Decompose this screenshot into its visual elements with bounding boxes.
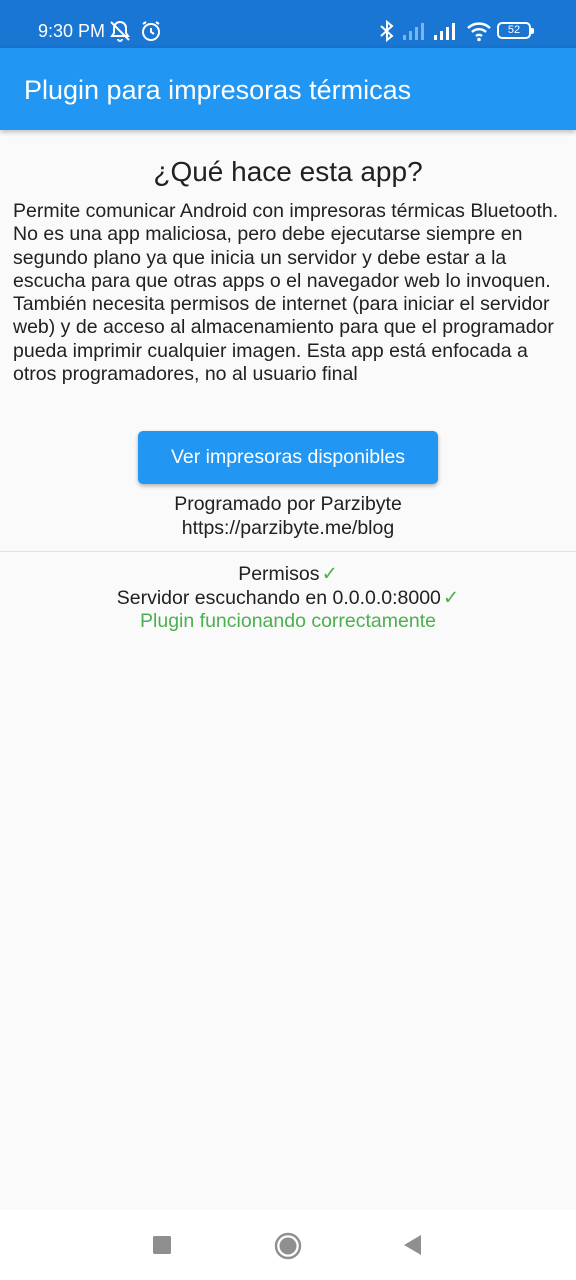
server-check-icon: ✓ <box>442 586 460 609</box>
plugin-status-message: Plugin funcionando correctamente <box>140 610 436 632</box>
permissions-status: Permisos ✓ <box>0 563 576 587</box>
credits-url: https://parzibyte.me/blog <box>181 517 395 539</box>
bluetooth-icon <box>380 19 394 43</box>
server-status: Servidor escuchando en 0.0.0.0:8000 ✓ <box>0 587 576 611</box>
battery-icon: 52 <box>497 22 534 39</box>
page-heading: ¿Qué hace esta app? <box>153 156 423 187</box>
recents-icon[interactable] <box>150 1232 174 1258</box>
app-bar: Plugin para impresoras térmicas <box>0 48 576 130</box>
credits: Programado por Parzibyte https://parziby… <box>0 492 576 540</box>
divider <box>0 551 576 552</box>
app-title: Plugin para impresoras térmicas <box>24 75 412 105</box>
back-icon[interactable] <box>401 1232 425 1258</box>
credits-author: Programado por Parzibyte <box>174 493 402 515</box>
signal-icon <box>434 23 455 40</box>
permissions-label: Permisos <box>238 563 320 585</box>
view-printers-button[interactable]: Ver impresoras disponibles <box>138 431 438 484</box>
bell-muted-icon <box>110 20 130 42</box>
server-label: Servidor escuchando en 0.0.0.0:8000 <box>116 586 441 609</box>
signal-empty-icon <box>403 23 424 40</box>
status-list: Permisos ✓ Servidor escuchando en 0.0.0.0… <box>0 563 576 634</box>
app-description: Permite comunicar Android con impresoras… <box>13 200 559 386</box>
navigation-bar <box>0 1210 576 1280</box>
wifi-icon <box>467 22 491 42</box>
status-time: 9:30 PM <box>38 21 106 41</box>
permissions-check-icon: ✓ <box>321 563 338 585</box>
status-bar: 9:30 PM 52 <box>0 0 576 48</box>
home-icon[interactable] <box>274 1232 302 1260</box>
alarm-icon <box>142 21 160 41</box>
